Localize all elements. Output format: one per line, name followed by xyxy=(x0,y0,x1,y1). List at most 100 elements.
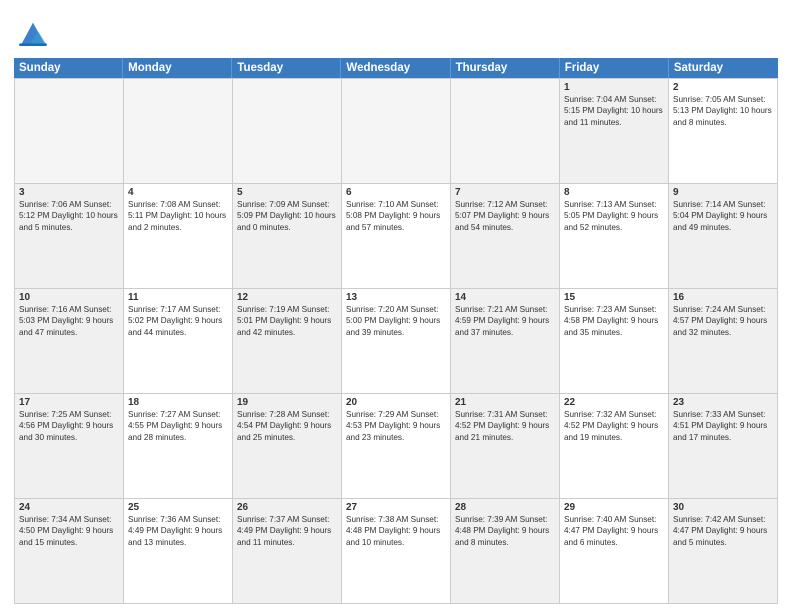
calendar-cell: 8Sunrise: 7:13 AM Sunset: 5:05 PM Daylig… xyxy=(560,184,669,288)
day-number: 8 xyxy=(564,187,664,198)
day-number: 13 xyxy=(346,292,446,303)
calendar-cell: 28Sunrise: 7:39 AM Sunset: 4:48 PM Dayli… xyxy=(451,499,560,603)
calendar-cell: 20Sunrise: 7:29 AM Sunset: 4:53 PM Dayli… xyxy=(342,394,451,498)
day-number: 14 xyxy=(455,292,555,303)
calendar-cell: 24Sunrise: 7:34 AM Sunset: 4:50 PM Dayli… xyxy=(15,499,124,603)
calendar-week-4: 17Sunrise: 7:25 AM Sunset: 4:56 PM Dayli… xyxy=(15,394,778,499)
header-day-monday: Monday xyxy=(123,58,232,78)
day-number: 25 xyxy=(128,502,228,513)
day-number: 23 xyxy=(673,397,773,408)
day-info: Sunrise: 7:39 AM Sunset: 4:48 PM Dayligh… xyxy=(455,514,555,548)
calendar-cell: 25Sunrise: 7:36 AM Sunset: 4:49 PM Dayli… xyxy=(124,499,233,603)
day-info: Sunrise: 7:29 AM Sunset: 4:53 PM Dayligh… xyxy=(346,409,446,443)
day-number: 17 xyxy=(19,397,119,408)
calendar-cell: 27Sunrise: 7:38 AM Sunset: 4:48 PM Dayli… xyxy=(342,499,451,603)
day-info: Sunrise: 7:21 AM Sunset: 4:59 PM Dayligh… xyxy=(455,304,555,338)
calendar-cell: 5Sunrise: 7:09 AM Sunset: 5:09 PM Daylig… xyxy=(233,184,342,288)
day-info: Sunrise: 7:08 AM Sunset: 5:11 PM Dayligh… xyxy=(128,199,228,233)
day-number: 9 xyxy=(673,187,773,198)
day-info: Sunrise: 7:17 AM Sunset: 5:02 PM Dayligh… xyxy=(128,304,228,338)
day-number: 20 xyxy=(346,397,446,408)
header-day-saturday: Saturday xyxy=(669,58,778,78)
calendar-cell: 1Sunrise: 7:04 AM Sunset: 5:15 PM Daylig… xyxy=(560,79,669,183)
header-day-wednesday: Wednesday xyxy=(341,58,450,78)
day-number: 2 xyxy=(673,82,773,93)
day-number: 3 xyxy=(19,187,119,198)
logo-icon xyxy=(14,14,52,52)
day-number: 30 xyxy=(673,502,773,513)
day-number: 11 xyxy=(128,292,228,303)
calendar-body: 1Sunrise: 7:04 AM Sunset: 5:15 PM Daylig… xyxy=(14,78,778,604)
day-info: Sunrise: 7:37 AM Sunset: 4:49 PM Dayligh… xyxy=(237,514,337,548)
day-number: 21 xyxy=(455,397,555,408)
calendar-cell: 11Sunrise: 7:17 AM Sunset: 5:02 PM Dayli… xyxy=(124,289,233,393)
calendar-cell: 9Sunrise: 7:14 AM Sunset: 5:04 PM Daylig… xyxy=(669,184,778,288)
day-number: 22 xyxy=(564,397,664,408)
calendar-cell xyxy=(124,79,233,183)
day-info: Sunrise: 7:42 AM Sunset: 4:47 PM Dayligh… xyxy=(673,514,773,548)
calendar-cell xyxy=(342,79,451,183)
day-info: Sunrise: 7:34 AM Sunset: 4:50 PM Dayligh… xyxy=(19,514,119,548)
day-info: Sunrise: 7:04 AM Sunset: 5:15 PM Dayligh… xyxy=(564,94,664,128)
day-info: Sunrise: 7:36 AM Sunset: 4:49 PM Dayligh… xyxy=(128,514,228,548)
day-number: 24 xyxy=(19,502,119,513)
calendar-cell: 2Sunrise: 7:05 AM Sunset: 5:13 PM Daylig… xyxy=(669,79,778,183)
calendar-cell: 18Sunrise: 7:27 AM Sunset: 4:55 PM Dayli… xyxy=(124,394,233,498)
day-info: Sunrise: 7:05 AM Sunset: 5:13 PM Dayligh… xyxy=(673,94,773,128)
calendar-cell: 14Sunrise: 7:21 AM Sunset: 4:59 PM Dayli… xyxy=(451,289,560,393)
day-info: Sunrise: 7:12 AM Sunset: 5:07 PM Dayligh… xyxy=(455,199,555,233)
calendar-cell xyxy=(451,79,560,183)
calendar-cell: 12Sunrise: 7:19 AM Sunset: 5:01 PM Dayli… xyxy=(233,289,342,393)
calendar: SundayMondayTuesdayWednesdayThursdayFrid… xyxy=(14,58,778,604)
day-info: Sunrise: 7:32 AM Sunset: 4:52 PM Dayligh… xyxy=(564,409,664,443)
calendar-cell: 4Sunrise: 7:08 AM Sunset: 5:11 PM Daylig… xyxy=(124,184,233,288)
calendar-cell: 21Sunrise: 7:31 AM Sunset: 4:52 PM Dayli… xyxy=(451,394,560,498)
day-number: 19 xyxy=(237,397,337,408)
day-info: Sunrise: 7:28 AM Sunset: 4:54 PM Dayligh… xyxy=(237,409,337,443)
day-info: Sunrise: 7:09 AM Sunset: 5:09 PM Dayligh… xyxy=(237,199,337,233)
calendar-cell: 22Sunrise: 7:32 AM Sunset: 4:52 PM Dayli… xyxy=(560,394,669,498)
day-info: Sunrise: 7:23 AM Sunset: 4:58 PM Dayligh… xyxy=(564,304,664,338)
day-info: Sunrise: 7:10 AM Sunset: 5:08 PM Dayligh… xyxy=(346,199,446,233)
day-number: 16 xyxy=(673,292,773,303)
day-info: Sunrise: 7:24 AM Sunset: 4:57 PM Dayligh… xyxy=(673,304,773,338)
calendar-cell: 3Sunrise: 7:06 AM Sunset: 5:12 PM Daylig… xyxy=(15,184,124,288)
day-number: 7 xyxy=(455,187,555,198)
header xyxy=(14,10,778,52)
calendar-cell: 17Sunrise: 7:25 AM Sunset: 4:56 PM Dayli… xyxy=(15,394,124,498)
calendar-cell: 23Sunrise: 7:33 AM Sunset: 4:51 PM Dayli… xyxy=(669,394,778,498)
calendar-week-1: 1Sunrise: 7:04 AM Sunset: 5:15 PM Daylig… xyxy=(15,79,778,184)
day-info: Sunrise: 7:14 AM Sunset: 5:04 PM Dayligh… xyxy=(673,199,773,233)
day-info: Sunrise: 7:19 AM Sunset: 5:01 PM Dayligh… xyxy=(237,304,337,338)
day-info: Sunrise: 7:27 AM Sunset: 4:55 PM Dayligh… xyxy=(128,409,228,443)
calendar-week-3: 10Sunrise: 7:16 AM Sunset: 5:03 PM Dayli… xyxy=(15,289,778,394)
day-number: 15 xyxy=(564,292,664,303)
day-number: 28 xyxy=(455,502,555,513)
day-number: 1 xyxy=(564,82,664,93)
day-number: 4 xyxy=(128,187,228,198)
calendar-cell: 30Sunrise: 7:42 AM Sunset: 4:47 PM Dayli… xyxy=(669,499,778,603)
day-number: 5 xyxy=(237,187,337,198)
calendar-cell: 15Sunrise: 7:23 AM Sunset: 4:58 PM Dayli… xyxy=(560,289,669,393)
calendar-week-2: 3Sunrise: 7:06 AM Sunset: 5:12 PM Daylig… xyxy=(15,184,778,289)
calendar-cell xyxy=(233,79,342,183)
header-day-sunday: Sunday xyxy=(14,58,123,78)
calendar-cell: 16Sunrise: 7:24 AM Sunset: 4:57 PM Dayli… xyxy=(669,289,778,393)
header-day-friday: Friday xyxy=(560,58,669,78)
day-info: Sunrise: 7:25 AM Sunset: 4:56 PM Dayligh… xyxy=(19,409,119,443)
calendar-cell: 13Sunrise: 7:20 AM Sunset: 5:00 PM Dayli… xyxy=(342,289,451,393)
day-number: 18 xyxy=(128,397,228,408)
header-day-tuesday: Tuesday xyxy=(232,58,341,78)
calendar-cell: 19Sunrise: 7:28 AM Sunset: 4:54 PM Dayli… xyxy=(233,394,342,498)
day-info: Sunrise: 7:13 AM Sunset: 5:05 PM Dayligh… xyxy=(564,199,664,233)
day-number: 12 xyxy=(237,292,337,303)
day-info: Sunrise: 7:38 AM Sunset: 4:48 PM Dayligh… xyxy=(346,514,446,548)
logo xyxy=(14,14,56,52)
day-info: Sunrise: 7:31 AM Sunset: 4:52 PM Dayligh… xyxy=(455,409,555,443)
day-number: 27 xyxy=(346,502,446,513)
calendar-header: SundayMondayTuesdayWednesdayThursdayFrid… xyxy=(14,58,778,78)
calendar-week-5: 24Sunrise: 7:34 AM Sunset: 4:50 PM Dayli… xyxy=(15,499,778,604)
calendar-cell: 10Sunrise: 7:16 AM Sunset: 5:03 PM Dayli… xyxy=(15,289,124,393)
calendar-cell: 29Sunrise: 7:40 AM Sunset: 4:47 PM Dayli… xyxy=(560,499,669,603)
day-number: 6 xyxy=(346,187,446,198)
